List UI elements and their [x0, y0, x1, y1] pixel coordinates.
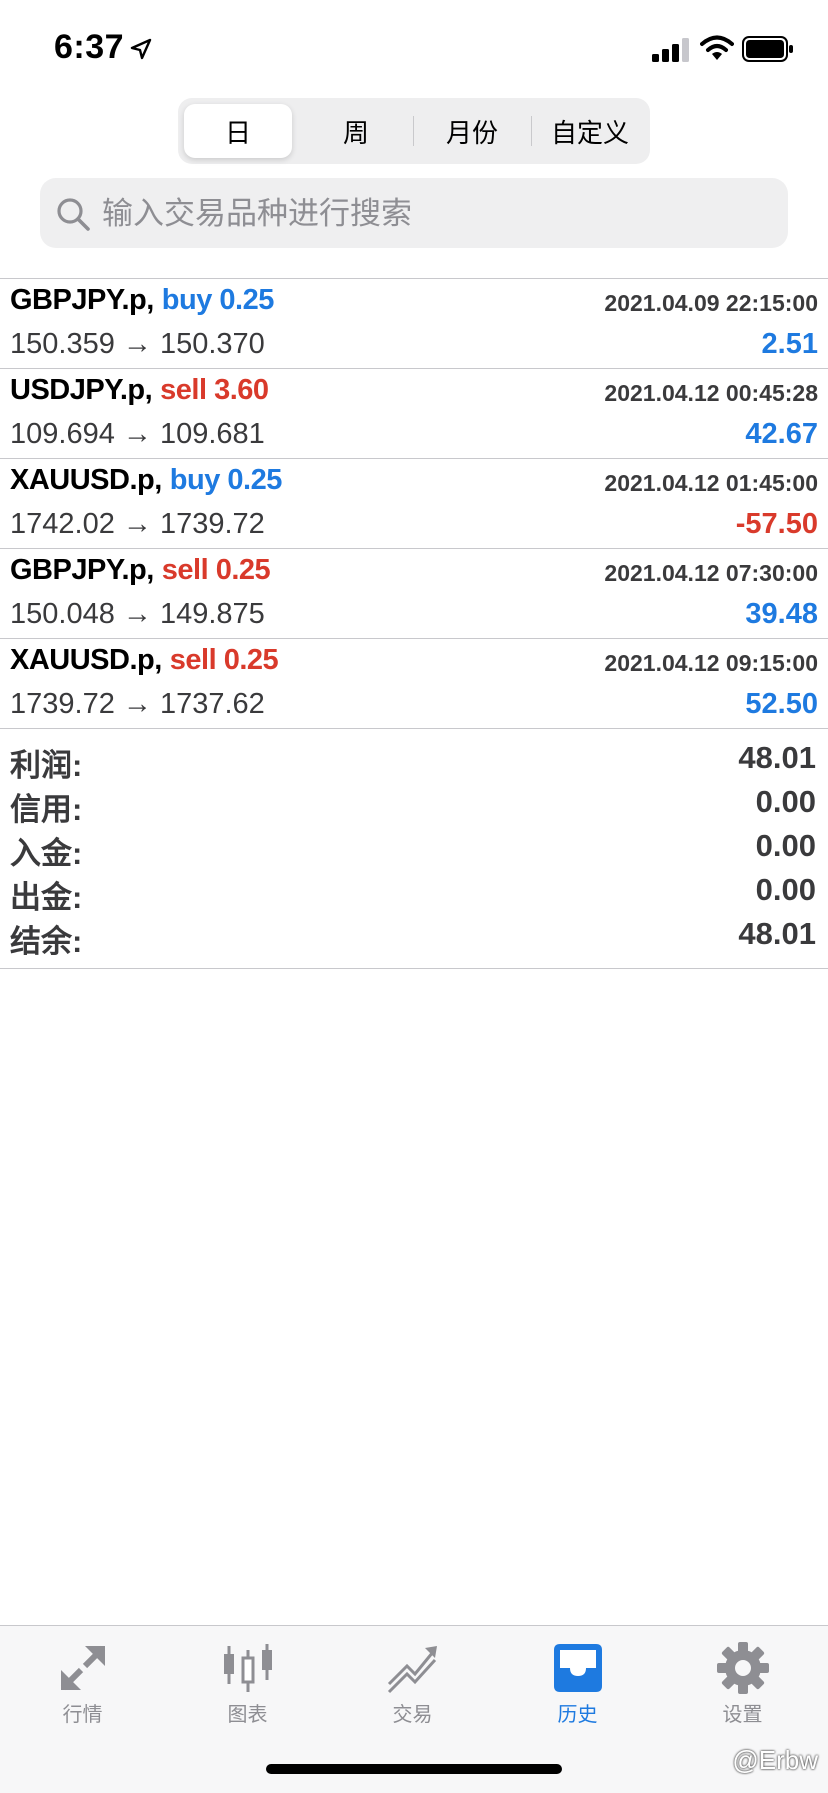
trade-row[interactable]: USDJPY.p, sell 3.60 2021.04.12 00:45:28 1…: [0, 370, 828, 460]
divider: [0, 728, 828, 729]
summary-profit: 利润: 48.01: [0, 740, 828, 784]
quotes-arrows-icon: [60, 1645, 105, 1691]
trade-prices: 1742.02 → 1739.72: [10, 508, 265, 540]
wifi-icon: [700, 35, 734, 60]
segment-day[interactable]: 日: [184, 104, 292, 158]
trade-profit: 39.48: [745, 598, 818, 630]
trade-time: 2021.04.12 00:45:28: [604, 380, 818, 406]
divider: [0, 458, 828, 459]
trade-row[interactable]: XAUUSD.p, buy 0.25 2021.04.12 01:45:00 17…: [0, 460, 828, 550]
segment-week[interactable]: 周: [302, 104, 410, 158]
gear-icon: [716, 1642, 769, 1694]
trade-symbol-line: USDJPY.p, sell 3.60: [10, 374, 269, 407]
battery-icon: [742, 36, 793, 62]
trade-trend-icon: [387, 1646, 437, 1694]
candlestick-chart-icon: [223, 1644, 272, 1692]
location-arrow-icon: [130, 38, 152, 60]
trade-profit: 42.67: [745, 418, 818, 450]
trade-prices: 150.359 → 150.370: [10, 328, 265, 360]
segment-divider: [413, 116, 414, 146]
tab-label: 交易: [392, 1704, 433, 1726]
tab-charts[interactable]: 图表: [165, 1626, 330, 1736]
trade-row[interactable]: GBPJPY.p, sell 0.25 2021.04.12 07:30:00 1…: [0, 550, 828, 640]
trade-symbol: GBPJPY.p,: [10, 554, 154, 586]
divider: [0, 278, 828, 279]
summary-label: 信用:: [10, 792, 83, 827]
summary-label: 利润:: [10, 748, 83, 783]
summary-withdrawal: 出金: 0.00: [0, 872, 828, 916]
summary-label: 出金:: [10, 880, 83, 915]
trade-symbol-line: GBPJPY.p, sell 0.25: [10, 554, 271, 587]
tab-label: 图表: [227, 1704, 268, 1726]
home-indicator: [266, 1764, 562, 1774]
trade-row[interactable]: XAUUSD.p, sell 0.25 2021.04.12 09:15:00 1…: [0, 640, 828, 730]
summary-value: 0.00: [755, 828, 816, 863]
trade-profit: 52.50: [745, 688, 818, 720]
trade-symbol: XAUUSD.p,: [10, 464, 162, 496]
tab-label: 行情: [62, 1704, 103, 1726]
trade-time: 2021.04.12 07:30:00: [604, 560, 818, 586]
summary-value: 48.01: [738, 916, 816, 951]
trade-time: 2021.04.09 22:15:00: [604, 290, 818, 316]
divider: [0, 368, 828, 369]
status-bar: 6:37: [0, 0, 828, 100]
tab-label: 设置: [722, 1704, 763, 1726]
trade-symbol: GBPJPY.p,: [10, 284, 154, 316]
trade-symbol: USDJPY.p,: [10, 374, 153, 406]
summary-label: 结余:: [10, 924, 83, 959]
search-icon: [57, 198, 90, 231]
trade-prices: 150.048 → 149.875: [10, 598, 265, 630]
divider: [0, 968, 828, 969]
tab-history[interactable]: 历史: [495, 1626, 660, 1736]
trade-profit: 2.51: [761, 328, 818, 360]
segment-month[interactable]: 月份: [416, 104, 528, 158]
tab-label: 历史: [557, 1704, 598, 1726]
trade-side: buy 0.25: [169, 464, 283, 496]
watermark: @Erbw: [732, 1745, 818, 1775]
history-inbox-icon: [553, 1644, 602, 1692]
segment-custom[interactable]: 自定义: [534, 104, 646, 158]
divider: [0, 548, 828, 549]
tab-trade[interactable]: 交易: [330, 1626, 495, 1736]
trade-prices: 109.694 → 109.681: [10, 418, 265, 450]
trade-symbol: XAUUSD.p,: [10, 644, 162, 676]
summary-label: 入金:: [10, 836, 83, 871]
search-input[interactable]: [100, 178, 784, 250]
trade-side: sell 3.60: [160, 374, 269, 406]
trade-symbol-line: XAUUSD.p, sell 0.25: [10, 644, 279, 677]
tab-quotes[interactable]: 行情: [0, 1626, 165, 1736]
summary-value: 48.01: [738, 740, 816, 775]
divider: [0, 638, 828, 639]
trade-time: 2021.04.12 09:15:00: [604, 650, 818, 676]
trade-side: sell 0.25: [161, 554, 271, 586]
trade-time: 2021.04.12 01:45:00: [604, 470, 818, 496]
status-time: 6:37: [54, 28, 125, 66]
period-segmented-control: 日 周 月份 自定义: [178, 98, 650, 164]
tab-settings[interactable]: 设置: [660, 1626, 825, 1736]
cellular-signal-icon: [652, 38, 689, 62]
trade-row[interactable]: GBPJPY.p, buy 0.25 2021.04.09 22:15:00 15…: [0, 280, 828, 370]
trade-side: sell 0.25: [169, 644, 279, 676]
summary-balance: 结余: 48.01: [0, 916, 828, 960]
trade-side: buy 0.25: [161, 284, 275, 316]
summary-value: 0.00: [755, 872, 816, 907]
search-bar: [40, 178, 788, 250]
segment-divider: [531, 116, 532, 146]
trade-symbol-line: GBPJPY.p, buy 0.25: [10, 284, 274, 317]
trade-prices: 1739.72 → 1737.62: [10, 688, 265, 720]
trade-symbol-line: XAUUSD.p, buy 0.25: [10, 464, 282, 497]
summary-deposit: 入金: 0.00: [0, 828, 828, 872]
trade-profit: -57.50: [735, 508, 818, 540]
summary-credit: 信用: 0.00: [0, 784, 828, 828]
summary-value: 0.00: [755, 784, 816, 819]
